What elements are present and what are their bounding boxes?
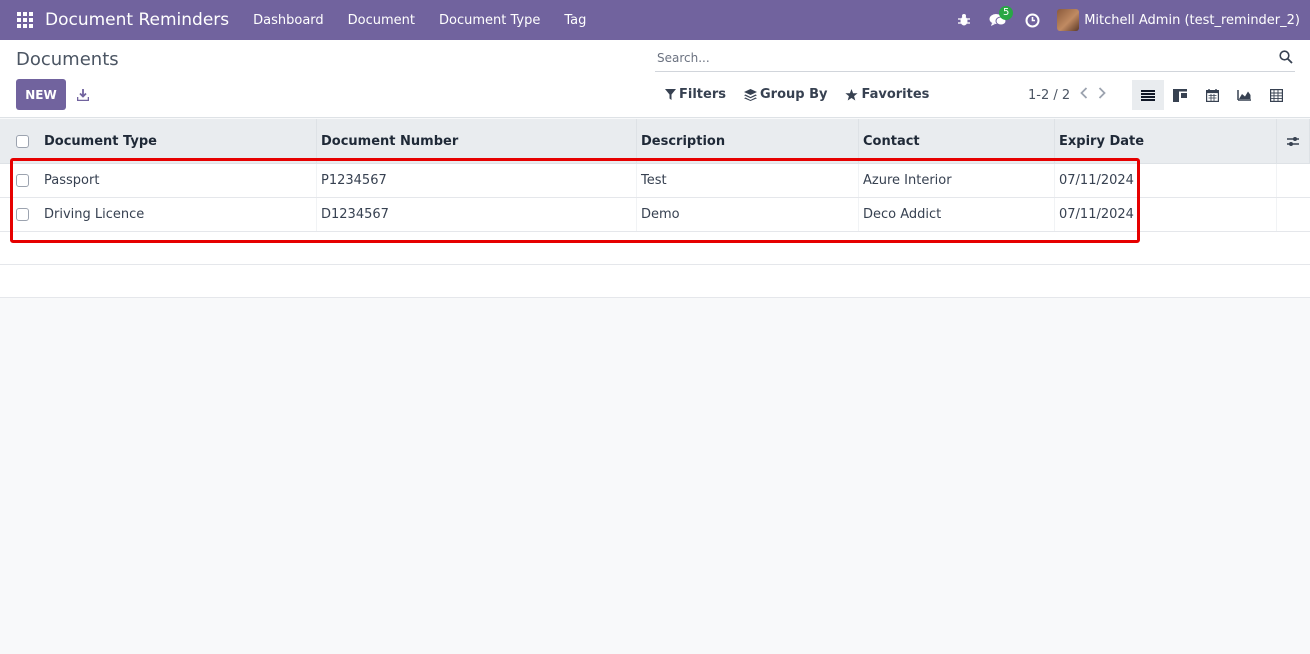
pivot-view-icon[interactable] xyxy=(1260,80,1292,110)
favorites-label: Favorites xyxy=(861,87,930,102)
user-name: Mitchell Admin (test_reminder_2) xyxy=(1084,12,1300,28)
select-all-checkbox[interactable] xyxy=(16,134,29,148)
download-icon[interactable] xyxy=(72,79,94,110)
row-select-cell xyxy=(0,198,40,231)
navbar-systray: 5 Mitchell Admin (test_reminder_2) xyxy=(947,0,1310,40)
filters-button[interactable]: Filters xyxy=(665,87,726,102)
empty-row xyxy=(0,265,1310,298)
empty-row xyxy=(0,232,1310,265)
app-title[interactable]: Document Reminders xyxy=(45,10,229,30)
favorites-button[interactable]: Favorites xyxy=(845,87,929,102)
table-row[interactable]: Passport P1234567 Test Azure Interior 07… xyxy=(0,164,1310,198)
cell-description[interactable]: Demo xyxy=(637,198,859,231)
column-header-contact[interactable]: Contact xyxy=(859,119,1055,163)
list-view-icon[interactable] xyxy=(1132,80,1164,110)
apps-grid-icon[interactable] xyxy=(17,12,33,28)
search-panel-toggles: Filters Group By Favorites xyxy=(665,87,947,102)
group-by-button[interactable]: Group By xyxy=(743,87,828,102)
filter-icon xyxy=(665,89,676,100)
star-icon xyxy=(845,88,859,100)
column-header-description[interactable]: Description xyxy=(637,119,859,163)
view-switcher xyxy=(1132,80,1292,110)
cell-expiry-date[interactable]: 07/11/2024 xyxy=(1055,164,1277,197)
table-header: Document Type Document Number Descriptio… xyxy=(0,119,1310,164)
messages-icon[interactable]: 5 xyxy=(981,0,1015,40)
messages-badge: 5 xyxy=(999,6,1014,20)
activity-clock-icon[interactable] xyxy=(1015,0,1049,40)
new-button[interactable]: NEW xyxy=(16,79,66,110)
menu-tag[interactable]: Tag xyxy=(552,13,598,28)
pager-previous-icon[interactable] xyxy=(1080,87,1088,103)
cell-contact[interactable]: Deco Addict xyxy=(859,198,1055,231)
cell-description[interactable]: Test xyxy=(637,164,859,197)
debug-bug-icon[interactable] xyxy=(947,0,981,40)
cell-document-type[interactable]: Driving Licence xyxy=(40,198,317,231)
column-header-expiry-date[interactable]: Expiry Date xyxy=(1055,119,1277,163)
row-checkbox[interactable] xyxy=(16,174,29,187)
calendar-view-icon[interactable] xyxy=(1196,80,1228,110)
column-header-document-type[interactable]: Document Type xyxy=(40,119,317,163)
menu-document[interactable]: Document xyxy=(336,13,427,28)
cell-document-number[interactable]: D1234567 xyxy=(317,198,637,231)
user-menu[interactable]: Mitchell Admin (test_reminder_2) xyxy=(1057,9,1300,31)
pager-next-icon[interactable] xyxy=(1098,87,1106,103)
search-icon[interactable] xyxy=(1279,50,1293,68)
layers-icon xyxy=(743,88,757,101)
pager-value[interactable]: 1-2 / 2 xyxy=(1028,88,1070,103)
top-navbar: Document Reminders Dashboard Document Do… xyxy=(0,0,1310,40)
search-input[interactable] xyxy=(655,51,1255,65)
cell-contact[interactable]: Azure Interior xyxy=(859,164,1055,197)
page-title: Documents xyxy=(16,49,119,70)
cell-expiry-date[interactable]: 07/11/2024 xyxy=(1055,198,1277,231)
graph-view-icon[interactable] xyxy=(1228,80,1260,110)
menu-document-type[interactable]: Document Type xyxy=(427,13,552,28)
pager: 1-2 / 2 xyxy=(1028,87,1106,103)
kanban-view-icon[interactable] xyxy=(1164,80,1196,110)
filters-label: Filters xyxy=(679,87,726,102)
avatar xyxy=(1057,9,1080,31)
control-panel: Documents NEW Filters Group By Favorites… xyxy=(0,40,1310,118)
select-all-cell xyxy=(0,119,40,163)
row-checkbox[interactable] xyxy=(16,208,29,221)
table-row[interactable]: Driving Licence D1234567 Demo Deco Addic… xyxy=(0,198,1310,232)
documents-list: Document Type Document Number Descriptio… xyxy=(0,119,1310,298)
column-header-document-number[interactable]: Document Number xyxy=(317,119,637,163)
group-by-label: Group By xyxy=(759,87,828,102)
menu-dashboard[interactable]: Dashboard xyxy=(241,13,336,28)
search-bar xyxy=(655,45,1295,72)
optional-columns-icon[interactable] xyxy=(1277,119,1310,163)
cell-document-number[interactable]: P1234567 xyxy=(317,164,637,197)
cell-document-type[interactable]: Passport xyxy=(40,164,317,197)
row-select-cell xyxy=(0,164,40,197)
